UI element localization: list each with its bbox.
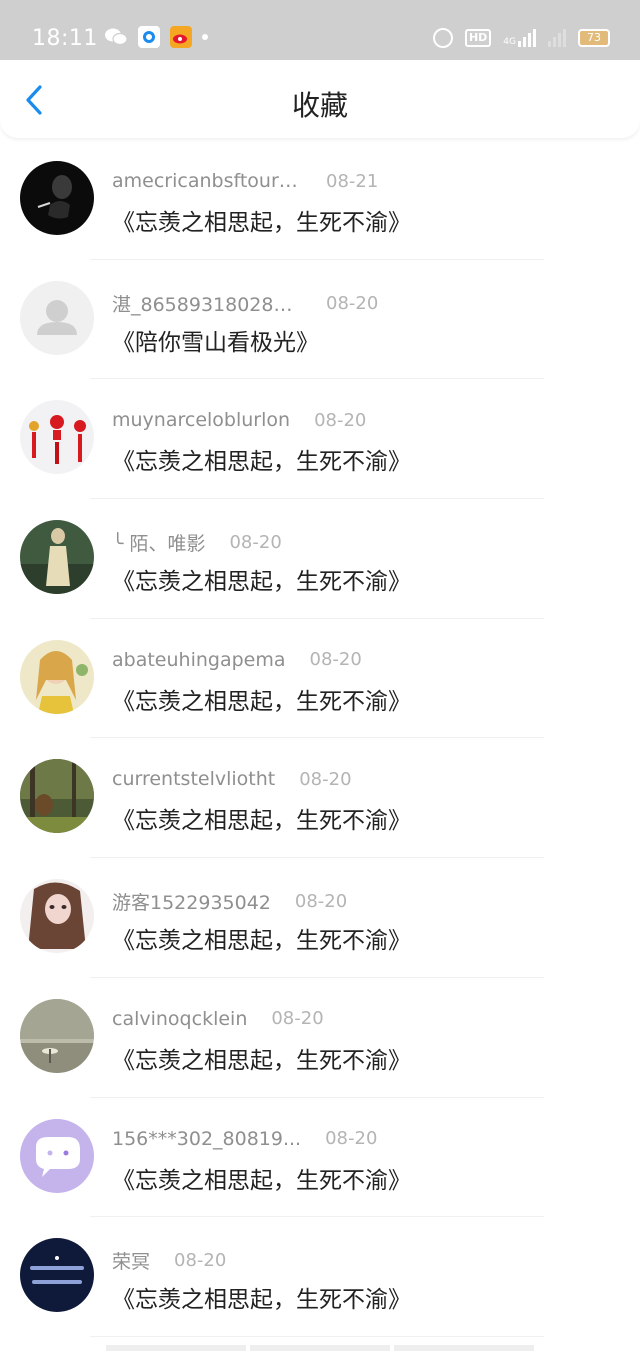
list-item[interactable]: 游客1522935042 08-20 《忘羡之相思起，生死不渝》 [0, 858, 640, 978]
weibo-icon [170, 26, 192, 48]
date-label: 08-21 [326, 170, 379, 192]
date-label: 08-20 [174, 1250, 227, 1272]
more-notifications-dot [202, 34, 208, 40]
date-label: 08-20 [326, 292, 379, 314]
status-icons-left [104, 26, 208, 48]
user-name: 湛_865893180282... [112, 293, 302, 316]
user-name: calvinoqcklein [112, 1007, 248, 1030]
user-name: muynarceloblurlon [112, 409, 291, 432]
date-label: 08-20 [299, 768, 352, 790]
list-item[interactable]: calvinoqcklein 08-20 《忘羡之相思起，生死不渝》 [0, 978, 640, 1098]
date-label: 08-20 [271, 1008, 324, 1030]
user-name: ╰ 陌、唯影 [112, 533, 206, 556]
avatar[interactable] [20, 520, 94, 595]
user-name: abateuhingapema [112, 648, 286, 671]
list-item[interactable]: 156***302_80819... 08-20 《忘羡之相思起，生死不渝》 [0, 1098, 640, 1218]
item-title: 《陪你雪山看极光》 [112, 329, 319, 356]
list-item[interactable]: amecricanbsftouri... 08-21 《忘羡之相思起，生死不渝》 [0, 140, 640, 260]
item-title: 《忘羡之相思起，生死不渝》 [112, 210, 411, 236]
list-item[interactable]: 荣冥 08-20 《忘羡之相思起，生死不渝》 [0, 1217, 640, 1337]
hd-icon: HD [464, 29, 492, 47]
status-icons-right: HD 4G 73 [432, 28, 610, 48]
date-label: 08-20 [314, 409, 367, 431]
status-bar: 18:11 HD 4G 73 [0, 0, 640, 60]
signal-icon: 4G [503, 29, 536, 47]
secondary-signal-icon [548, 29, 566, 47]
avatar[interactable] [20, 161, 94, 235]
avatar[interactable] [20, 1238, 94, 1313]
avatar[interactable] [20, 879, 94, 954]
list-item[interactable]: ╰ 陌、唯影 08-20 《忘羡之相思起，生死不渝》 [0, 499, 640, 619]
list-item[interactable]: 湛_865893180282... 08-20 《陪你雪山看极光》 [0, 260, 640, 380]
date-label: 08-20 [229, 532, 282, 554]
item-title: 《忘羡之相思起，生死不渝》 [112, 449, 411, 476]
header: 收藏 [0, 60, 640, 138]
avatar[interactable] [20, 1118, 94, 1193]
date-label: 08-20 [294, 891, 348, 913]
battery-icon: 73 [578, 29, 610, 47]
network-type-label: 4G [503, 37, 516, 47]
page-title: 收藏 [291, 89, 348, 122]
user-name: currentstelvliotht [112, 768, 276, 791]
alarm-icon [432, 28, 453, 48]
list-item[interactable]: currentstelvliotht 08-20 《忘羡之相思起，生死不渝》 [0, 738, 640, 859]
list-item[interactable]: abateuhingapema 08-20 《忘羡之相思起，生死不渝》 [0, 619, 640, 739]
divider [90, 1335, 544, 1337]
user-name: amecricanbsftouri... [112, 170, 302, 192]
user-name: 156***302_80819... [112, 1127, 302, 1150]
avatar[interactable] [20, 280, 94, 355]
item-title: 《忘羡之相思起，生死不渝》 [112, 808, 411, 835]
item-title: 《忘羡之相思起，生死不渝》 [112, 688, 411, 715]
status-time: 18:11 [32, 26, 98, 51]
item-title: 《忘羡之相思起，生死不渝》 [112, 1287, 411, 1314]
app-notification-icon [138, 26, 160, 48]
item-title: 《忘羡之相思起，生死不渝》 [112, 1167, 411, 1194]
bottom-separators [106, 1345, 534, 1351]
avatar[interactable] [20, 639, 94, 714]
list-item[interactable]: muynarceloblurlon 08-20 《忘羡之相思起，生死不渝》 [0, 379, 640, 500]
item-title: 《忘羡之相思起，生死不渝》 [112, 928, 411, 955]
date-label: 08-20 [309, 649, 362, 671]
avatar[interactable] [20, 400, 94, 475]
date-label: 08-20 [325, 1128, 378, 1149]
avatar[interactable] [20, 998, 94, 1073]
wechat-icon [104, 26, 128, 48]
user-name: 荣冥 [112, 1251, 151, 1274]
user-name: 游客1522935042 [112, 892, 271, 915]
item-title: 《忘羡之相思起，生死不渝》 [112, 569, 411, 596]
favorites-list: amecricanbsftouri... 08-21 《忘羡之相思起，生死不渝》… [0, 140, 640, 1337]
item-title: 《忘羡之相思起，生死不渝》 [112, 1047, 411, 1074]
avatar[interactable] [20, 759, 94, 834]
